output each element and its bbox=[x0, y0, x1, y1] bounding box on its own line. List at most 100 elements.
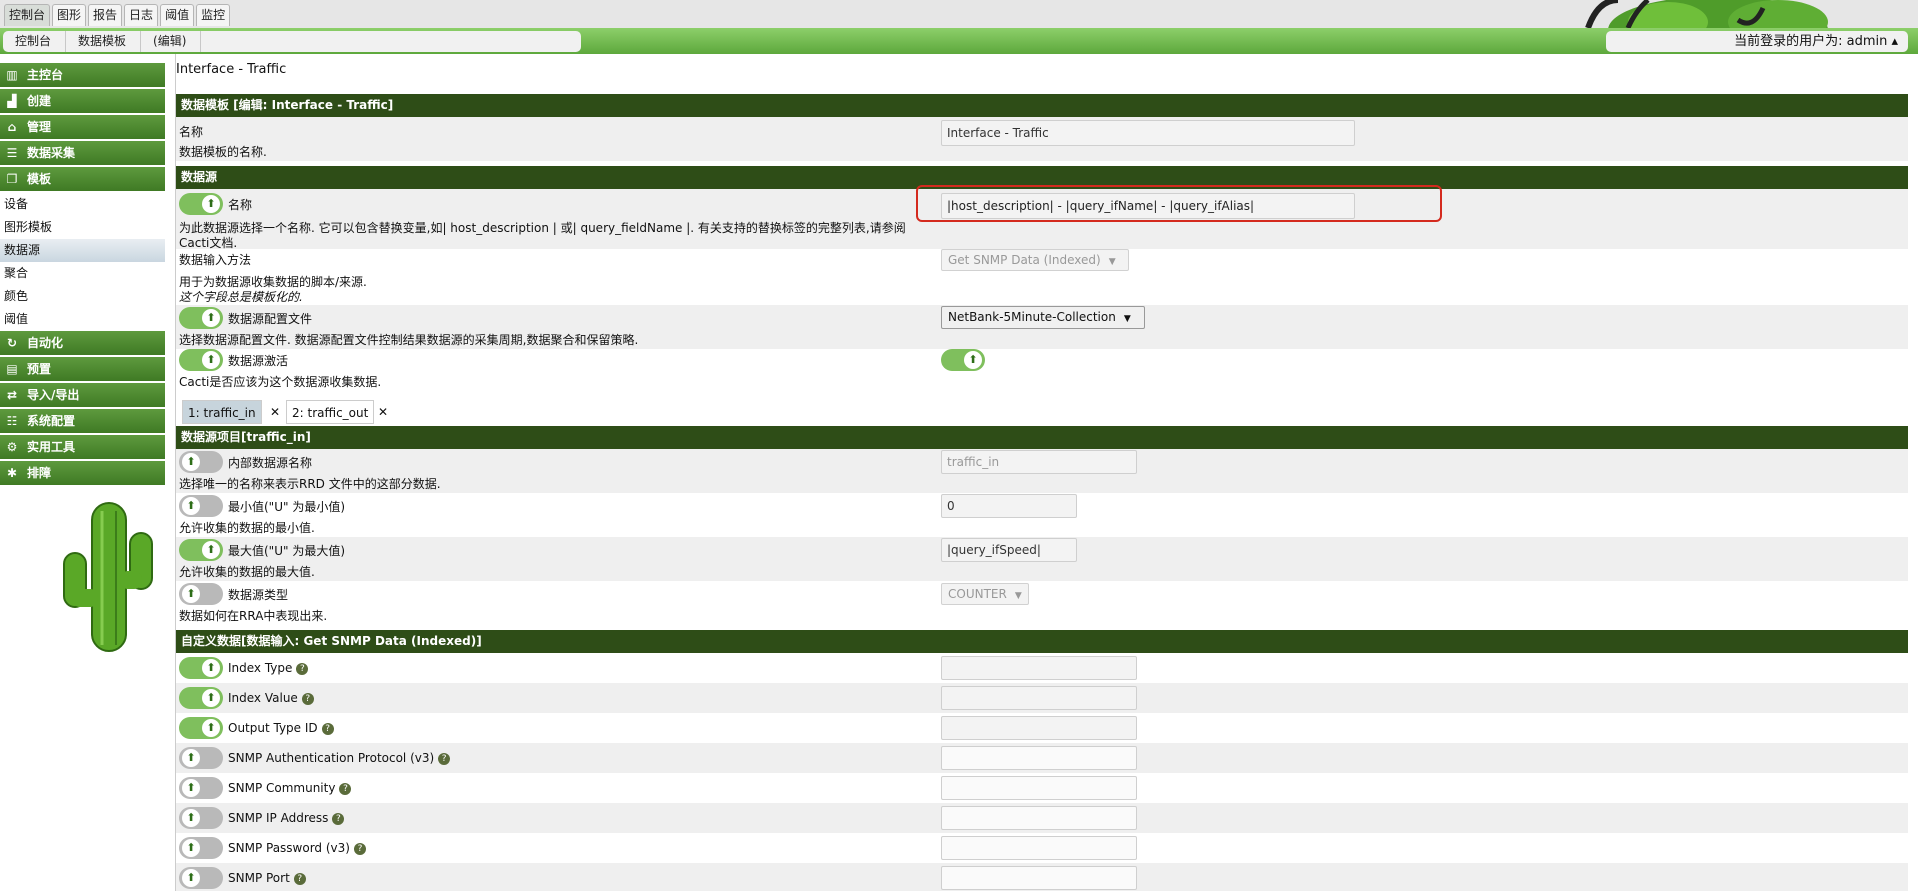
snmp-community-input[interactable] bbox=[941, 776, 1137, 800]
chart-icon: ▟ bbox=[7, 94, 17, 108]
sliders-icon: ☷ bbox=[6, 414, 18, 428]
close-icon[interactable]: ✕ bbox=[375, 400, 393, 424]
sidebar-item-import-export[interactable]: ⇄ 导入/导出 bbox=[0, 383, 165, 407]
internal-name-label: 内部数据源名称 bbox=[228, 456, 313, 470]
snmp-auth-protocol-input[interactable] bbox=[941, 746, 1137, 770]
snmp-auth-protocol-template-toggle[interactable]: ⬆ bbox=[179, 747, 223, 769]
row-snmp-password: ⬆ SNMP Password (v3)? bbox=[176, 833, 1908, 863]
internal-name-template-toggle[interactable]: ⬆ bbox=[179, 451, 223, 473]
arrow-up-icon: ⬆ bbox=[202, 659, 220, 677]
cactus-logo bbox=[60, 495, 160, 658]
output-type-id-input[interactable] bbox=[941, 716, 1137, 740]
template-name-desc: 数据模板的名称. bbox=[179, 145, 267, 159]
sidebar-item-main-console[interactable]: ▥ 主控台 bbox=[0, 63, 165, 87]
index-value-input[interactable] bbox=[941, 686, 1137, 710]
tab-traffic-out[interactable]: 2: traffic_out bbox=[286, 400, 375, 424]
snmp-port-input[interactable] bbox=[941, 866, 1137, 890]
sidebar-item-presets[interactable]: ▤ 预置 bbox=[0, 357, 165, 381]
output-type-id-template-toggle[interactable]: ⬆ bbox=[179, 717, 223, 739]
sidebar-item-create[interactable]: ▟ 创建 bbox=[0, 89, 165, 113]
top-nav-bar: 控制台 图形 报告 日志 阈值 监控 bbox=[0, 0, 1918, 28]
snmp-port-template-toggle[interactable]: ⬆ bbox=[179, 867, 223, 889]
help-icon[interactable]: ? bbox=[353, 842, 366, 855]
copy-icon: ❐ bbox=[6, 172, 18, 186]
main-content: Interface - Traffic 数据模板 [编辑: Interface … bbox=[175, 54, 1908, 891]
help-icon[interactable]: ? bbox=[321, 722, 334, 735]
user-info[interactable]: 当前登录的用户为: admin ▴ bbox=[1606, 31, 1908, 52]
ds-profile-select[interactable]: NetBank-5Minute-Collection ▼ bbox=[941, 306, 1145, 329]
help-icon[interactable]: ? bbox=[438, 752, 451, 765]
breadcrumb-data-templates[interactable]: 数据模板 bbox=[66, 31, 142, 52]
arrow-up-icon: ⬆ bbox=[182, 497, 200, 515]
index-type-input[interactable] bbox=[941, 656, 1137, 680]
sidebar-sub-graph-templates[interactable]: 图形模板 bbox=[0, 216, 165, 239]
sidebar-sub-aggregate[interactable]: 聚合 bbox=[0, 262, 165, 285]
snmp-port-label: SNMP Port? bbox=[228, 871, 306, 885]
snmp-community-template-toggle[interactable]: ⬆ bbox=[179, 777, 223, 799]
sidebar-item-configuration[interactable]: ☷ 系统配置 bbox=[0, 409, 165, 433]
min-value-template-toggle[interactable]: ⬆ bbox=[179, 495, 223, 517]
max-value-label: 最大值("U" 为最大值) bbox=[228, 544, 346, 558]
snmp-ip-template-toggle[interactable]: ⬆ bbox=[179, 807, 223, 829]
row-output-type-id: ⬆ Output Type ID? bbox=[176, 713, 1908, 743]
internal-name-input: traffic_in bbox=[941, 450, 1137, 474]
help-icon[interactable]: ? bbox=[332, 812, 345, 825]
max-value-input[interactable]: |query_ifSpeed| bbox=[941, 538, 1077, 562]
tab-thresholds[interactable]: 阈值 bbox=[160, 4, 195, 26]
help-icon[interactable]: ? bbox=[296, 662, 309, 675]
min-value-label: 最小值("U" 为最小值) bbox=[228, 500, 346, 514]
help-icon[interactable]: ? bbox=[301, 692, 314, 705]
breadcrumb-console[interactable]: 控制台 bbox=[3, 31, 67, 52]
sidebar-sub-devices[interactable]: 设备 bbox=[0, 193, 165, 216]
snmp-password-input[interactable] bbox=[941, 836, 1137, 860]
sidebar-item-automation[interactable]: ↻ 自动化 bbox=[0, 331, 165, 355]
ds-active-template-toggle[interactable]: ⬆ bbox=[179, 349, 223, 371]
help-icon[interactable]: ? bbox=[339, 782, 352, 795]
sidebar-sub-colors[interactable]: 颜色 bbox=[0, 285, 165, 308]
snmp-ip-input[interactable] bbox=[941, 806, 1137, 830]
template-name-input[interactable]: Interface - Traffic bbox=[941, 120, 1355, 146]
ds-profile-template-toggle[interactable]: ⬆ bbox=[179, 307, 223, 329]
ds-name-template-toggle[interactable]: ⬆ bbox=[179, 193, 223, 215]
sidebar-item-data-collection[interactable]: ☰ 数据采集 bbox=[0, 141, 165, 165]
tab-console[interactable]: 控制台 bbox=[4, 4, 51, 26]
database-icon: ☰ bbox=[6, 146, 18, 160]
archive-icon: ▤ bbox=[6, 362, 18, 376]
arrow-up-icon: ⬆ bbox=[202, 689, 220, 707]
tab-graphs[interactable]: 图形 bbox=[52, 4, 87, 26]
min-value-input[interactable]: 0 bbox=[941, 494, 1077, 518]
tab-monitor[interactable]: 监控 bbox=[196, 4, 231, 26]
ds-type-select: COUNTER ▼ bbox=[941, 583, 1029, 605]
max-value-template-toggle[interactable]: ⬆ bbox=[179, 539, 223, 561]
ds-active-toggle[interactable]: ⬆ bbox=[941, 349, 985, 371]
sidebar-sub-data-sources[interactable]: 数据源 bbox=[0, 239, 165, 262]
breadcrumb-edit: (编辑) bbox=[141, 31, 202, 52]
snmp-password-template-toggle[interactable]: ⬆ bbox=[179, 837, 223, 859]
index-value-template-toggle[interactable]: ⬆ bbox=[179, 687, 223, 709]
tab-reports[interactable]: 报告 bbox=[88, 4, 123, 26]
cogs-icon: ⚙ bbox=[6, 440, 18, 454]
arrow-up-icon: ⬆ bbox=[202, 309, 220, 327]
sidebar-item-templates[interactable]: ❐ 模板 bbox=[0, 167, 165, 191]
row-input-method: 数据输入方法 用于为数据源收集数据的脚本/来源. 这个字段总是模板化的. Get… bbox=[176, 249, 1908, 305]
snmp-password-label: SNMP Password (v3)? bbox=[228, 841, 366, 855]
arrow-up-icon: ⬆ bbox=[202, 195, 220, 213]
row-min-value: ⬆ 最小值("U" 为最小值) 允许收集的数据的最小值. 0 bbox=[176, 493, 1908, 537]
ds-type-label: 数据源类型 bbox=[228, 588, 289, 602]
arrow-up-icon: ⬆ bbox=[202, 719, 220, 737]
ds-type-template-toggle[interactable]: ⬆ bbox=[179, 583, 223, 605]
sidebar-item-troubleshooting[interactable]: ✱ 排障 bbox=[0, 461, 165, 485]
close-icon[interactable]: ✕ bbox=[267, 400, 285, 424]
sidebar-sub-thresholds[interactable]: 阈值 bbox=[0, 308, 165, 331]
index-type-template-toggle[interactable]: ⬆ bbox=[179, 657, 223, 679]
row-internal-name: ⬆ 内部数据源名称 选择唯一的名称来表示RRD 文件中的这部分数据. traff… bbox=[176, 449, 1908, 493]
tab-traffic-in[interactable]: 1: traffic_in bbox=[182, 400, 262, 424]
row-template-name: 名称 数据模板的名称. Interface - Traffic bbox=[176, 117, 1908, 161]
internal-name-desc: 选择唯一的名称来表示RRD 文件中的这部分数据. bbox=[179, 477, 441, 491]
sidebar-item-utilities[interactable]: ⚙ 实用工具 bbox=[0, 435, 165, 459]
sidebar-item-management[interactable]: ⌂ 管理 bbox=[0, 115, 165, 139]
row-snmp-community: ⬆ SNMP Community? bbox=[176, 773, 1908, 803]
tab-logs[interactable]: 日志 bbox=[124, 4, 159, 26]
help-icon[interactable]: ? bbox=[293, 872, 306, 885]
input-method-label: 数据输入方法 bbox=[179, 253, 252, 267]
